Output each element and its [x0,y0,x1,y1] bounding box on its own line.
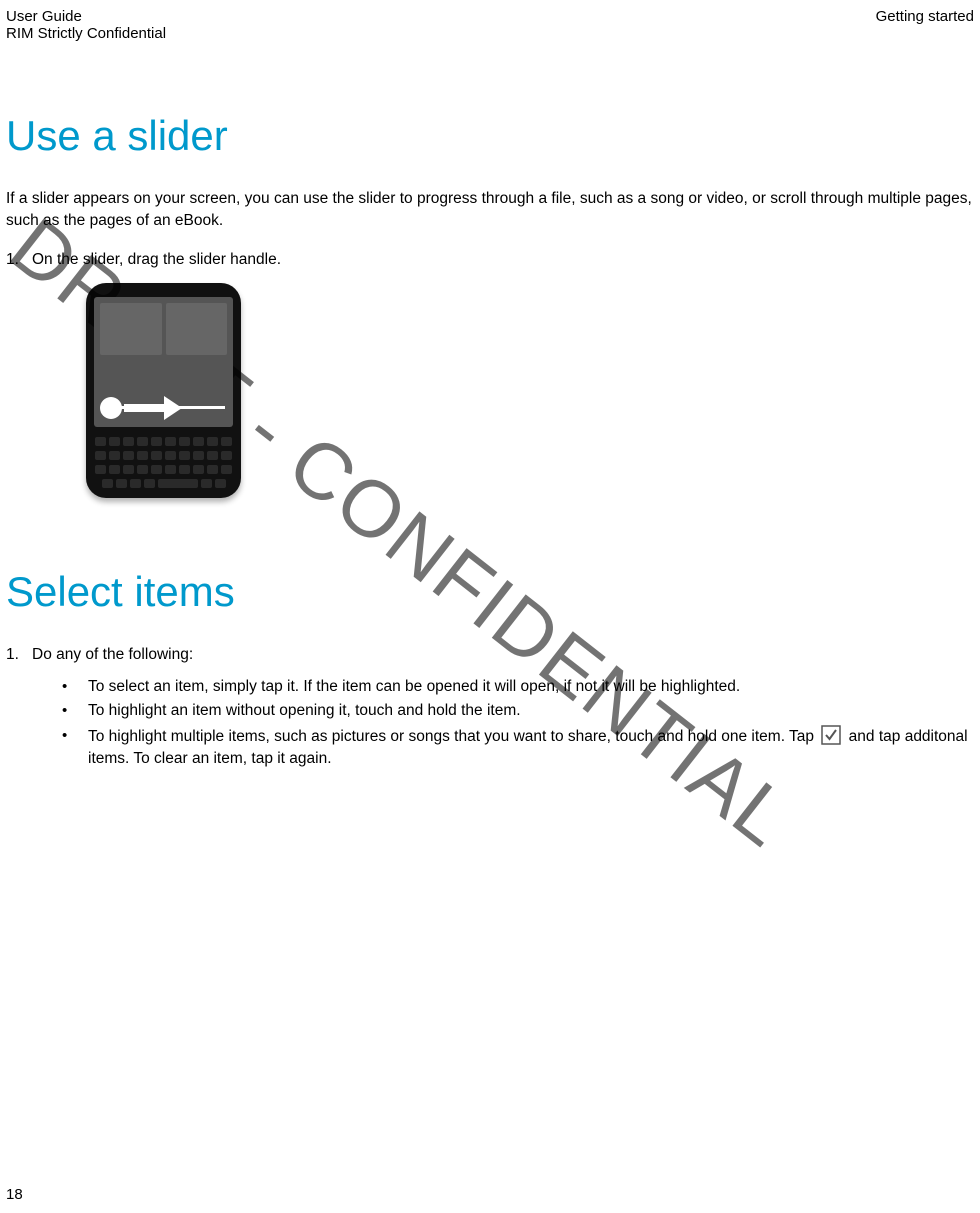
step-text: On the slider, drag the slider handle. [32,251,281,268]
arrow-right-icon [124,393,184,423]
step-text: Do any of the following: [32,646,193,663]
section2-heading: Select items [6,568,974,616]
slider-figure [86,283,974,498]
slider-handle-icon [100,397,122,419]
phone-keyboard [94,437,233,488]
bullet-3-text-a: To highlight multiple items, such as pic… [88,728,818,745]
phone-illustration [86,283,241,498]
section1-step1: 1.On the slider, drag the slider handle. [6,249,974,271]
section2-step1: 1.Do any of the following: To select an … [6,644,974,771]
page-number: 18 [6,1186,23,1203]
header-left-line1: User Guide [6,8,166,25]
section1-intro: If a slider appears on your screen, you … [6,188,974,231]
bullet-2: To highlight an item without opening it,… [62,700,974,722]
screen-tile [100,303,162,355]
screen-tile [166,303,228,355]
check-icon [821,725,841,745]
bullet-1: To select an item, simply tap it. If the… [62,676,974,698]
phone-screen [94,297,233,427]
header-left-line2: RIM Strictly Confidential [6,25,166,42]
header-right: Getting started [876,8,974,42]
step-number: 1. [6,644,32,666]
step-number: 1. [6,249,32,271]
bullet-3: To highlight multiple items, such as pic… [62,725,974,771]
section1-heading: Use a slider [6,112,974,160]
page-header: User Guide RIM Strictly Confidential Get… [0,0,980,42]
